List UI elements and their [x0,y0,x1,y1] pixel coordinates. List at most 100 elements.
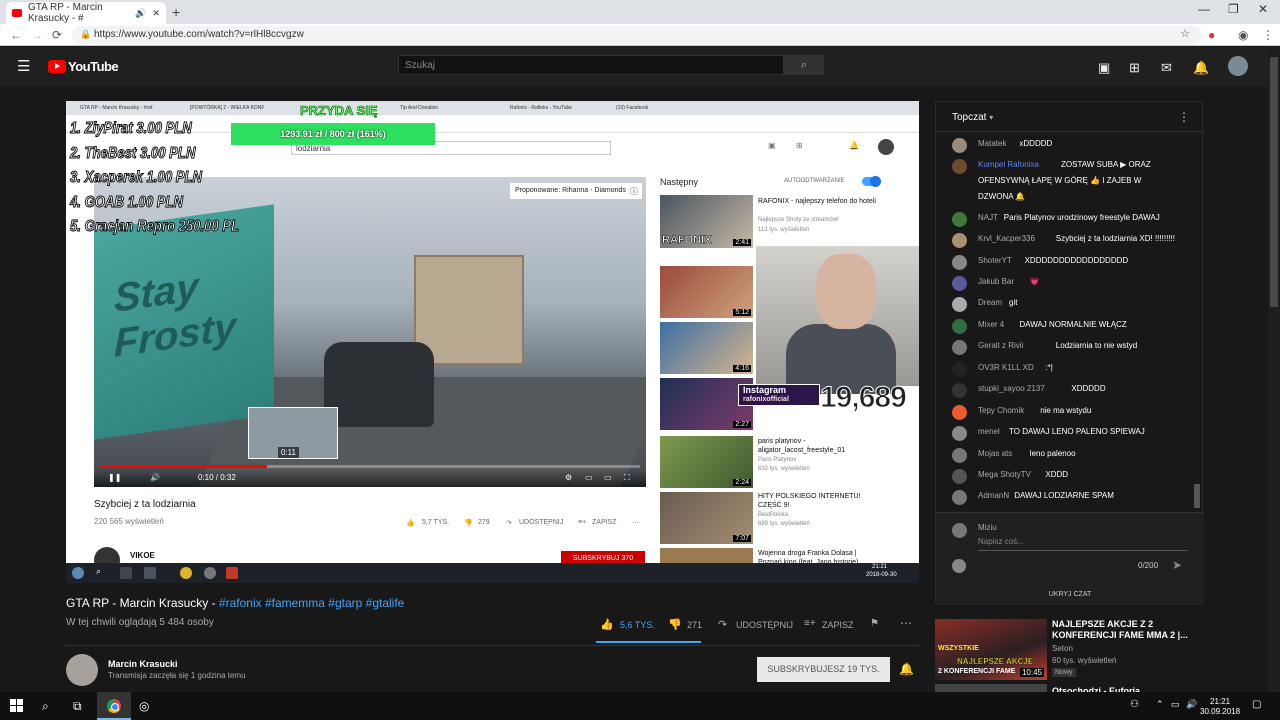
action-center-icon[interactable]: ▢ [1252,699,1261,710]
chat-author[interactable]: NAJT [978,210,998,226]
captured-rec-duration: 2:41 [733,239,751,246]
recommended-video-thumbnail[interactable] [935,684,1047,692]
like-count[interactable]: 5,6 TYS. [620,620,655,630]
chat-author[interactable]: Matatek [978,136,1006,152]
share-button[interactable]: UDOSTĘPNIJ [736,620,793,630]
chat-author[interactable]: ShoterYT [978,253,1012,269]
messages-icon[interactable]: ✉ [1161,60,1172,76]
save-icon[interactable]: ≡+ [804,618,816,629]
chat-author[interactable]: AdmanN [978,488,1009,504]
thumbs-down-icon[interactable]: 👎 [668,618,682,631]
captured-obs-icon [204,567,216,579]
chat-input[interactable]: Napisz coś... [978,537,1024,546]
search-button[interactable]: ⌕ [784,55,824,75]
chat-header[interactable]: Topczat ▾ ⋮ [936,102,1204,132]
chat-author[interactable]: stupki_xayoo 2137 [978,381,1045,397]
channel-name[interactable]: Marcin Krasucki [108,659,178,669]
network-icon[interactable]: ▭ [1171,699,1180,710]
close-window-button[interactable]: ✕ [1258,2,1268,16]
user-avatar[interactable] [1228,56,1248,76]
chat-scrollbar[interactable] [1194,484,1200,508]
bookmark-star-icon[interactable]: ☆ [1180,27,1190,40]
profile-icon[interactable]: ◉ [1238,28,1248,42]
chat-author[interactable]: Dream [978,295,1002,311]
chat-author-avatar [952,340,967,355]
dislike-count[interactable]: 271 [687,620,702,630]
suggested-video-card[interactable]: Proponowane: Rihanna - Diamonds ⓘ [510,183,642,199]
thumbs-up-icon[interactable]: 👍 [600,618,614,631]
recommended-video-channel[interactable]: Seton [1052,644,1073,653]
tab-close-icon[interactable]: ✕ [152,8,160,19]
streamer-webcam [756,246,919,394]
chat-author[interactable]: Tepy Chomik [978,403,1024,419]
task-view-icon[interactable]: ⧉ [73,699,82,714]
chat-author[interactable]: menel [978,424,1000,440]
tray-chevron-icon[interactable]: ⌃ [1156,699,1164,710]
obs-icon[interactable]: ◎ [139,699,149,713]
chat-author-avatar [952,138,967,153]
hamburger-menu-icon[interactable]: ☰ [17,57,30,75]
share-icon[interactable]: ↷ [718,618,727,631]
captured-time: 0:10 / 0:32 [198,473,236,482]
new-tab-button[interactable]: + [172,4,180,20]
chrome-taskbar-button[interactable] [97,692,131,720]
people-icon[interactable]: ⚇ [1130,699,1139,710]
system-clock[interactable]: 21:21 30.09.2018 [1200,697,1240,717]
chat-author[interactable]: OV3R K1LL XD [978,360,1034,376]
subscribed-button[interactable]: SUBSKRYBUJESZ 19 TYS. [757,657,890,682]
emoji-icon[interactable] [952,559,966,573]
donation-entry: 4. GOAB 1.00 PLN [70,193,184,211]
video-player[interactable]: GTA RP - Marcin Krasucky - #raf [POWTÓRK… [66,101,919,563]
notification-bell-icon[interactable]: 🔔 [899,662,914,676]
extension-icon[interactable]: ● [1208,28,1215,42]
send-icon[interactable]: ➤ [1172,558,1182,572]
chat-mode-label[interactable]: Topczat [952,112,986,123]
captured-save-icon: ≡+ [578,519,587,526]
captured-video-views: 220 565 wyświetleń [94,517,164,526]
search-icon[interactable]: ⌕ [42,699,49,714]
url-field[interactable]: 🔒 https://www.youtube.com/watch?v=rlHl8c… [72,26,1202,44]
search-input[interactable]: Szukaj [398,55,784,75]
recommended-video-thumbnail[interactable]: WSZYSTKIE NAJLEPSZE AKCJE 2 KONFERENCJI … [935,619,1047,680]
chat-menu-icon[interactable]: ⋮ [1178,110,1190,124]
maximize-button[interactable]: ❐ [1228,2,1239,16]
volume-icon[interactable]: 🔊 [1186,699,1197,710]
chat-author[interactable]: Mixer 4 [978,317,1004,333]
more-actions-icon[interactable]: ⋯ [900,616,912,630]
chat-author[interactable]: Geralt z Rivii [978,338,1023,354]
chat-author[interactable]: Kumpel Rafonixa [978,157,1039,173]
info-icon[interactable]: ⓘ [630,186,638,197]
captured-thumbs-up-icon: 👍 [406,520,415,527]
back-arrow-icon[interactable]: ← [10,28,22,42]
flag-icon[interactable]: ⚑ [870,618,879,629]
recommended-video-title[interactable]: NAJLEPSZE AKCJE Z 2 KONFERENCJI FAME MMA… [1052,619,1202,641]
chat-text: Paris Platynov urodzinowy freestyle DAWA… [1003,213,1160,222]
minimize-button[interactable]: — [1198,2,1210,16]
windows-taskbar: ⌕ ⧉ ◎ ⚇ ⌃ ▭ 🔊 21:21 30.09.2018 ▢ [0,692,1280,720]
rec-thumb-text: NAJLEPSZE AKCJE [957,657,1034,666]
forward-arrow-icon[interactable]: → [31,28,43,42]
video-hashtags[interactable]: #rafonix #famemma #gtarp #gtalife [219,596,404,610]
captured-fullscreen-icon: ⛶ [624,473,630,482]
save-button[interactable]: ZAPISZ [822,620,854,630]
channel-avatar[interactable] [66,654,98,686]
apps-grid-icon[interactable]: ⊞ [1129,60,1140,76]
youtube-logo[interactable]: YouTube [48,59,119,74]
chat-author[interactable]: Mojas ats [978,446,1012,462]
page-scrollbar[interactable] [1268,47,1280,692]
chat-author[interactable]: Krvl_Kacper336 [978,231,1035,247]
captured-browser-tabs: GTA RP - Marcin Krasucky - #raf [POWTÓRK… [66,101,919,115]
chevron-down-icon[interactable]: ▾ [989,113,993,122]
browser-tab[interactable]: GTA RP - Marcin Krasucky - # 🔊 ✕ [6,2,166,24]
create-video-icon[interactable]: ▣ [1098,60,1110,76]
reload-icon[interactable]: ⟳ [52,28,62,42]
chrome-menu-icon[interactable]: ⋮ [1262,28,1274,42]
page-scrollbar-thumb[interactable] [1270,57,1278,307]
chat-author[interactable]: Mega ShotyTV [978,467,1031,483]
hide-chat-button[interactable]: UKRYJ CZAT [936,591,1204,598]
chat-author[interactable]: Jakub Bar [978,274,1014,290]
browser-tab-bar: GTA RP - Marcin Krasucky - # 🔊 ✕ + — ❐ ✕ [0,0,1280,24]
notifications-bell-icon[interactable]: 🔔 [1193,60,1209,76]
windows-start-icon[interactable] [10,699,24,713]
chat-text: git [1009,298,1018,307]
